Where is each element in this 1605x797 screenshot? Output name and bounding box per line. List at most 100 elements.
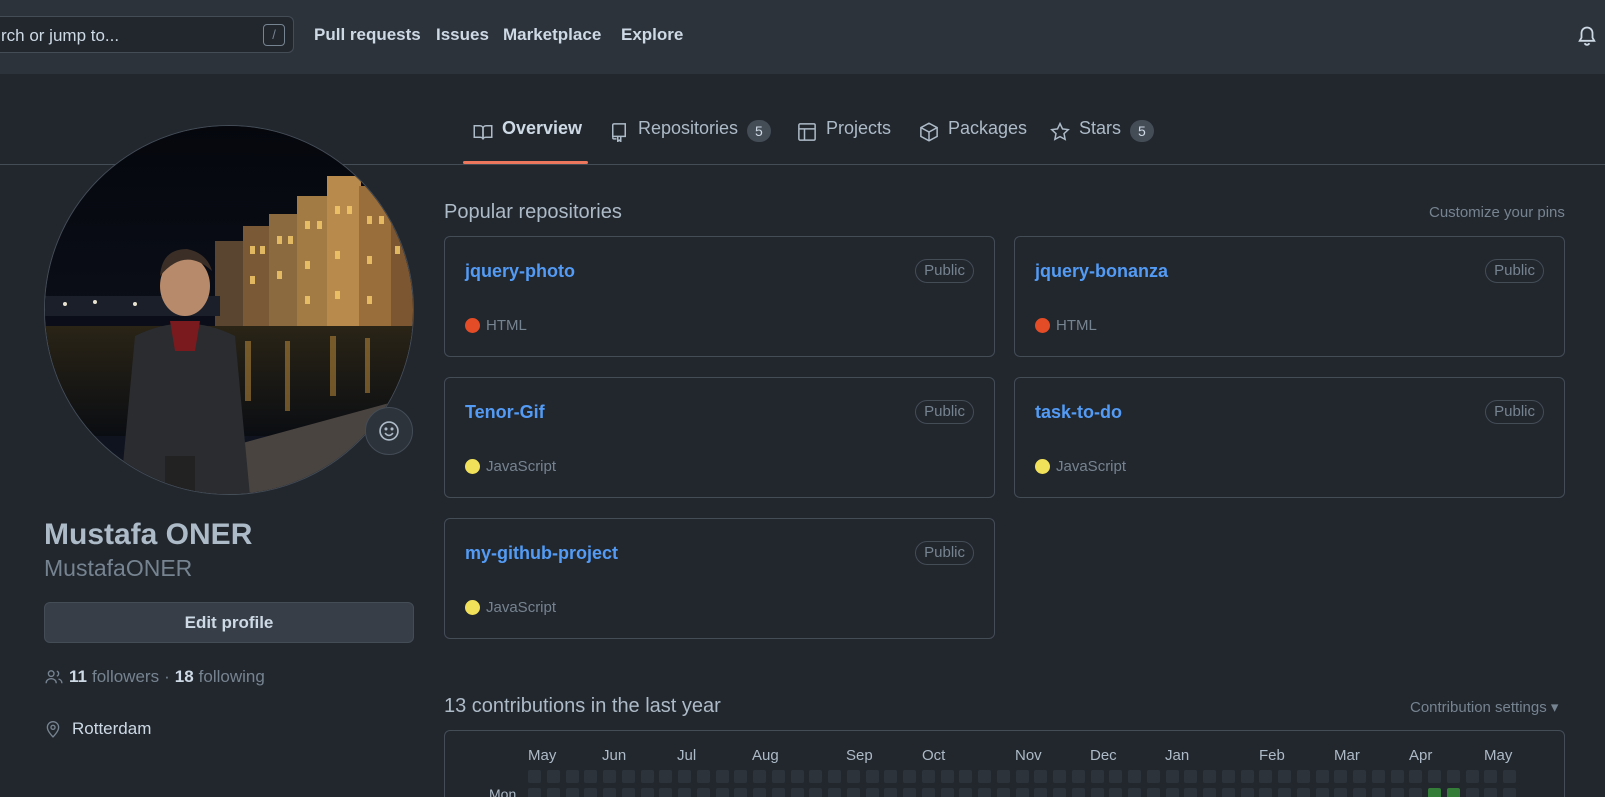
contribution-day-cell[interactable] — [1128, 770, 1141, 783]
contribution-day-cell[interactable] — [678, 770, 691, 783]
contribution-day-cell[interactable] — [1109, 770, 1123, 783]
contribution-day-cell[interactable] — [546, 788, 560, 797]
search-input[interactable]: rch or jump to... / — [0, 16, 294, 53]
contribution-day-cell[interactable] — [1428, 788, 1441, 797]
edit-profile-button[interactable]: Edit profile — [44, 602, 414, 643]
contribution-day-cell[interactable] — [865, 788, 879, 797]
customize-pins-link[interactable]: Customize your pins — [1429, 204, 1565, 221]
contribution-day-cell[interactable] — [1296, 770, 1310, 783]
contribution-day-cell[interactable] — [1484, 770, 1498, 783]
contribution-day-cell[interactable] — [1484, 788, 1498, 797]
contribution-day-cell[interactable] — [865, 770, 879, 783]
contribution-day-cell[interactable] — [996, 788, 1010, 797]
contribution-day-cell[interactable] — [696, 770, 710, 783]
contribution-day-cell[interactable] — [1203, 770, 1216, 783]
contribution-day-cell[interactable] — [621, 788, 635, 797]
contribution-day-cell[interactable] — [1034, 770, 1048, 783]
contribution-day-cell[interactable] — [696, 788, 710, 797]
contribution-day-cell[interactable] — [640, 770, 654, 783]
avatar[interactable] — [44, 125, 414, 495]
contribution-day-cell[interactable] — [1296, 788, 1310, 797]
contribution-day-cell[interactable] — [1503, 788, 1516, 797]
contribution-day-cell[interactable] — [1409, 770, 1423, 783]
contribution-day-cell[interactable] — [978, 770, 991, 783]
contribution-day-cell[interactable] — [1203, 788, 1216, 797]
contribution-day-cell[interactable] — [546, 770, 560, 783]
contribution-day-cell[interactable] — [603, 788, 616, 797]
contribution-day-cell[interactable] — [621, 770, 635, 783]
contribution-day-cell[interactable] — [528, 770, 541, 783]
tab-repositories[interactable]: Repositories 5 — [609, 118, 771, 164]
contribution-day-cell[interactable] — [715, 770, 729, 783]
contribution-day-cell[interactable] — [1465, 770, 1479, 783]
nav-explore[interactable]: Explore — [621, 25, 683, 45]
contribution-day-cell[interactable] — [753, 770, 766, 783]
repo-link[interactable]: jquery-photo — [465, 261, 575, 282]
contribution-day-cell[interactable] — [1053, 770, 1066, 783]
contribution-day-cell[interactable] — [828, 788, 841, 797]
contribution-day-cell[interactable] — [1446, 788, 1460, 797]
tab-overview[interactable]: Overview — [473, 118, 582, 164]
set-status-button[interactable] — [365, 407, 413, 455]
contribution-day-cell[interactable] — [921, 770, 935, 783]
contribution-day-cell[interactable] — [1259, 788, 1273, 797]
bell-icon[interactable] — [1576, 24, 1598, 48]
contribution-day-cell[interactable] — [1240, 788, 1254, 797]
repo-link[interactable]: Tenor-Gif — [465, 402, 545, 423]
followers-link[interactable]: 11 followers — [69, 667, 159, 687]
repo-link[interactable]: jquery-bonanza — [1035, 261, 1168, 282]
contribution-day-cell[interactable] — [1428, 770, 1441, 783]
contribution-day-cell[interactable] — [659, 770, 673, 783]
contribution-day-cell[interactable] — [1090, 788, 1104, 797]
contribution-day-cell[interactable] — [528, 788, 541, 797]
contribution-day-cell[interactable] — [640, 788, 654, 797]
tab-projects[interactable]: Projects — [797, 118, 891, 164]
contribution-day-cell[interactable] — [846, 770, 860, 783]
contribution-day-cell[interactable] — [1353, 770, 1366, 783]
contribution-day-cell[interactable] — [903, 788, 916, 797]
repo-link[interactable]: task-to-do — [1035, 402, 1122, 423]
nav-issues[interactable]: Issues — [436, 25, 489, 45]
contribution-day-cell[interactable] — [940, 770, 954, 783]
contribution-day-cell[interactable] — [1409, 788, 1423, 797]
nav-marketplace[interactable]: Marketplace — [503, 25, 601, 45]
contribution-day-cell[interactable] — [959, 770, 973, 783]
contribution-day-cell[interactable] — [1390, 770, 1404, 783]
contribution-day-cell[interactable] — [996, 770, 1010, 783]
contribution-day-cell[interactable] — [1146, 788, 1160, 797]
contribution-day-cell[interactable] — [903, 770, 916, 783]
contribution-day-cell[interactable] — [1053, 788, 1066, 797]
contribution-day-cell[interactable] — [1015, 788, 1029, 797]
contribution-day-cell[interactable] — [1090, 770, 1104, 783]
contribution-day-cell[interactable] — [790, 788, 804, 797]
contribution-day-cell[interactable] — [959, 788, 973, 797]
contribution-day-cell[interactable] — [1315, 788, 1329, 797]
contribution-day-cell[interactable] — [1165, 770, 1179, 783]
contribution-day-cell[interactable] — [734, 788, 748, 797]
contribution-day-cell[interactable] — [1184, 770, 1198, 783]
contribution-day-cell[interactable] — [828, 770, 841, 783]
contribution-day-cell[interactable] — [753, 788, 766, 797]
contribution-day-cell[interactable] — [809, 788, 823, 797]
tab-packages[interactable]: Packages — [919, 118, 1027, 164]
contribution-day-cell[interactable] — [1259, 770, 1273, 783]
repo-link[interactable]: my-github-project — [465, 543, 618, 564]
contribution-day-cell[interactable] — [1334, 770, 1348, 783]
contribution-day-cell[interactable] — [1071, 788, 1085, 797]
contribution-day-cell[interactable] — [1015, 770, 1029, 783]
contribution-day-cell[interactable] — [1315, 770, 1329, 783]
contribution-day-cell[interactable] — [978, 788, 991, 797]
contribution-day-cell[interactable] — [1353, 788, 1366, 797]
contribution-day-cell[interactable] — [1109, 788, 1123, 797]
contribution-day-cell[interactable] — [1334, 788, 1348, 797]
contribution-day-cell[interactable] — [921, 788, 935, 797]
contribution-day-cell[interactable] — [584, 770, 598, 783]
contribution-day-cell[interactable] — [565, 788, 579, 797]
contribution-day-cell[interactable] — [565, 770, 579, 783]
contribution-day-cell[interactable] — [1503, 770, 1516, 783]
contribution-day-cell[interactable] — [584, 788, 598, 797]
contribution-day-cell[interactable] — [1146, 770, 1160, 783]
contribution-day-cell[interactable] — [1221, 788, 1235, 797]
contribution-day-cell[interactable] — [771, 770, 785, 783]
contribution-day-cell[interactable] — [884, 788, 898, 797]
